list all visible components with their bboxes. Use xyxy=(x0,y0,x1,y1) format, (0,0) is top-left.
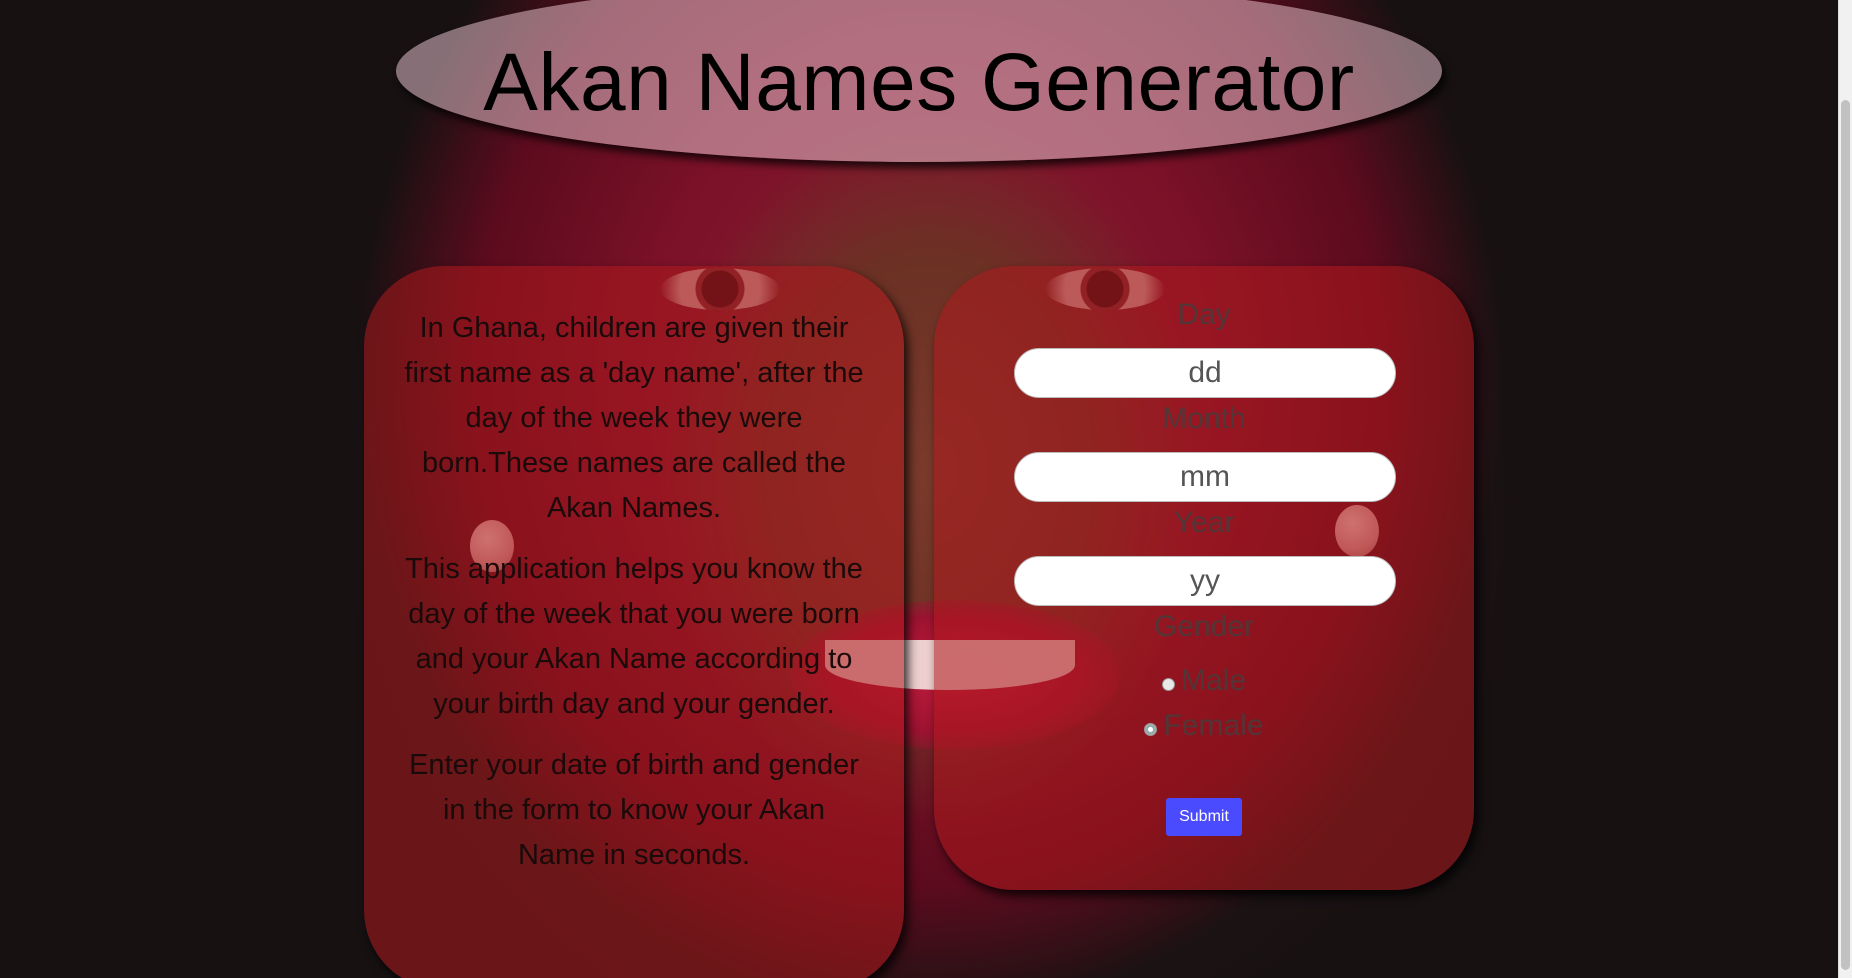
gender-label: Gender xyxy=(1153,610,1255,643)
info-paragraph-purpose: This application helps you know the day … xyxy=(405,553,863,720)
submit-button[interactable]: Submit xyxy=(1166,798,1242,836)
gender-option-male[interactable]: Male xyxy=(934,664,1474,698)
year-input[interactable] xyxy=(1014,556,1396,606)
male-radio[interactable] xyxy=(1161,677,1175,691)
page-scrollbar[interactable] xyxy=(1838,0,1852,978)
gender-option-female[interactable]: Female xyxy=(934,709,1474,743)
female-radio[interactable] xyxy=(1144,722,1158,736)
page-title: Akan Names Generator xyxy=(483,37,1355,128)
year-label: Year xyxy=(1173,506,1235,539)
female-radio-label[interactable]: Female xyxy=(1163,709,1263,743)
scrollbar-thumb[interactable] xyxy=(1841,100,1850,970)
day-input[interactable] xyxy=(1014,348,1396,398)
month-label: Month xyxy=(1162,402,1246,435)
day-label: Day xyxy=(1177,298,1231,331)
birth-date-form: Day Month Year Gender Male Female Submit xyxy=(934,266,1474,890)
male-radio-label[interactable]: Male xyxy=(1181,664,1246,698)
info-paragraph-intro: In Ghana, children are given their first… xyxy=(404,312,864,524)
info-panel: In Ghana, children are given their first… xyxy=(364,266,904,978)
month-input[interactable] xyxy=(1014,452,1396,502)
info-paragraph-instructions: Enter your date of birth and gender in t… xyxy=(409,749,859,871)
